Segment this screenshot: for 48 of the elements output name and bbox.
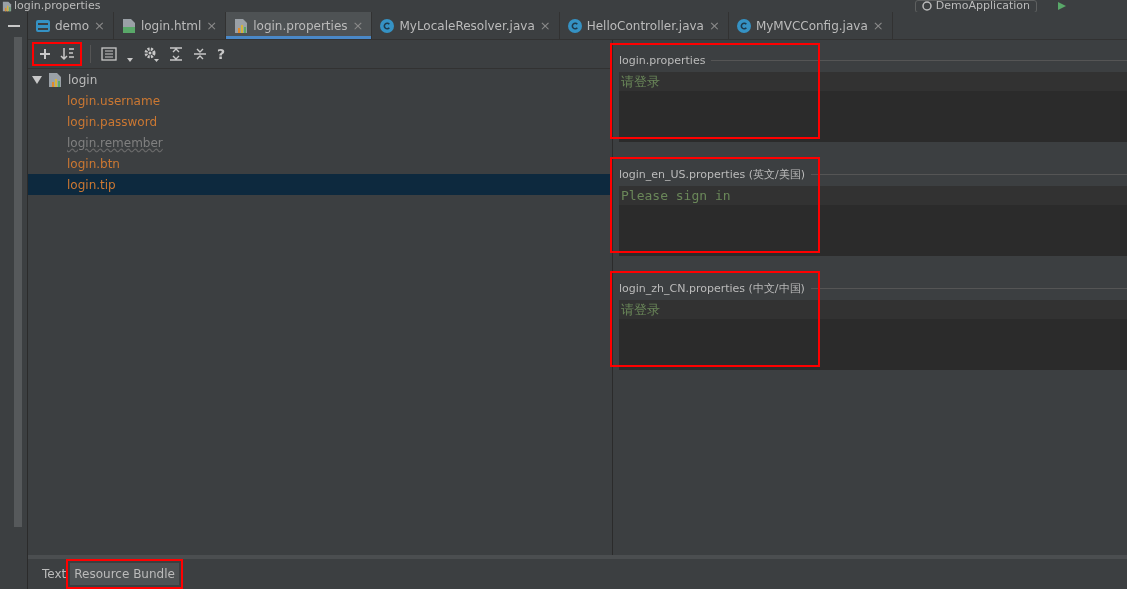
group-by-icon xyxy=(101,47,117,61)
settings-icon xyxy=(143,46,159,62)
value-editor[interactable]: Please sign in xyxy=(619,186,1127,256)
tree-item[interactable]: login.remember xyxy=(28,132,612,153)
view-tab[interactable]: Text xyxy=(38,563,71,585)
collapse-all-icon xyxy=(193,47,207,61)
tab-label: MyMVCConfig.java xyxy=(755,18,868,33)
close-icon[interactable]: × xyxy=(352,18,364,33)
section-title: login_en_US.properties (英文/美国) xyxy=(619,166,805,182)
tab-label: MyLocaleResolver.java xyxy=(399,18,535,33)
properties-file-icon xyxy=(2,0,12,12)
properties-file-icon xyxy=(48,71,62,88)
scrollbar[interactable] xyxy=(13,37,22,527)
editor-tab[interactable]: MyMVCConfig.java × xyxy=(728,12,893,39)
close-icon[interactable]: × xyxy=(94,18,105,33)
value-editor[interactable]: 请登录 xyxy=(619,300,1127,370)
editor-tab[interactable]: demo × xyxy=(28,12,114,39)
dropdown-caret-icon xyxy=(127,58,133,62)
tree-item[interactable]: login.tip xyxy=(28,174,612,195)
sort-alphabetically-icon xyxy=(60,46,76,62)
tab-label: login.html xyxy=(140,18,202,33)
properties-file-icon xyxy=(234,17,249,34)
tab-label: demo xyxy=(55,18,90,33)
class-icon xyxy=(380,18,395,33)
class-icon xyxy=(736,18,751,33)
module-icon xyxy=(36,19,50,32)
tab-label: login.properties xyxy=(253,18,348,33)
tree-item[interactable]: login.password xyxy=(28,111,612,132)
tree-node[interactable]: login xyxy=(28,69,612,90)
class-icon xyxy=(567,18,582,33)
editor-tab[interactable]: login.properties × xyxy=(226,12,373,39)
section-title: login.properties xyxy=(619,53,706,67)
close-icon[interactable]: × xyxy=(709,18,720,33)
expand-all-icon xyxy=(169,47,183,61)
editor-tab[interactable]: MyLocaleResolver.java × xyxy=(372,12,560,39)
value-editor[interactable]: 请登录 xyxy=(619,72,1127,142)
help-icon[interactable]: ? xyxy=(217,46,226,62)
html-file-icon xyxy=(121,17,136,34)
tree-item[interactable]: login.username xyxy=(28,90,612,111)
add-icon xyxy=(38,47,52,61)
tree-item[interactable]: login.btn xyxy=(28,153,612,174)
editor-tab[interactable]: HelloController.java × xyxy=(559,12,729,39)
tab-label: HelloController.java xyxy=(586,18,704,33)
close-icon[interactable]: × xyxy=(872,18,884,33)
close-icon[interactable]: × xyxy=(539,18,551,33)
close-icon[interactable]: × xyxy=(206,18,218,33)
breadcrumb[interactable]: login.properties xyxy=(14,0,101,12)
section-title: login_zh_CN.properties (中文/中国) xyxy=(619,280,805,296)
